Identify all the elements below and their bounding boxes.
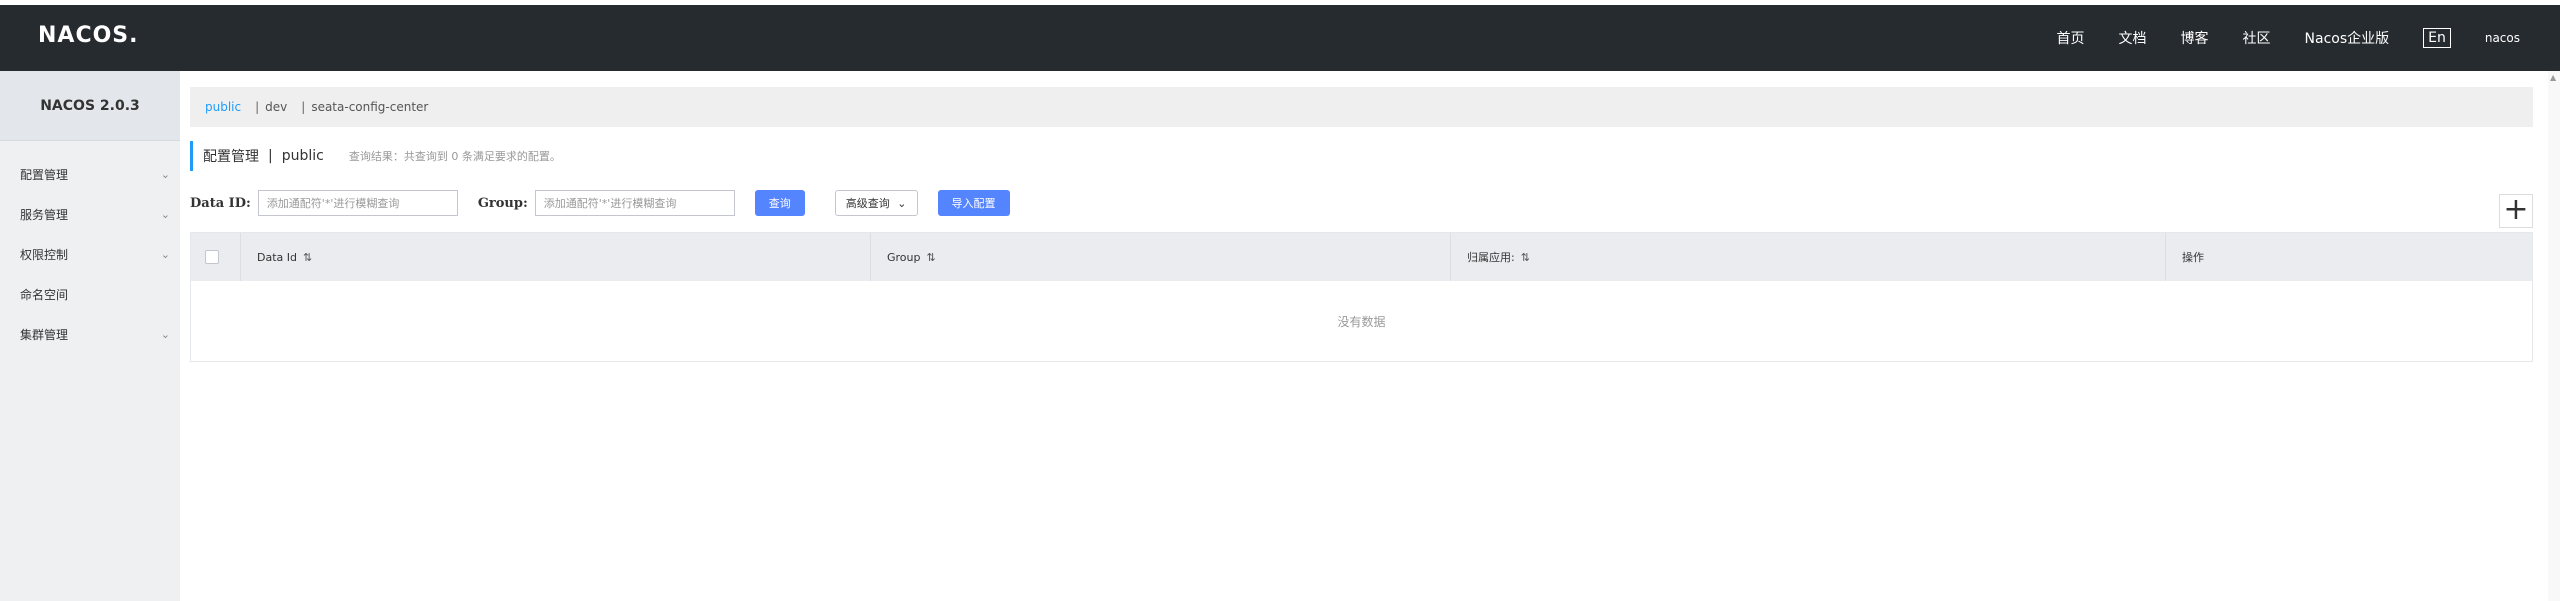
column-label: 归属应用: — [1467, 251, 1515, 264]
top-header: NACOS. 首页 文档 博客 社区 Nacos企业版 En nacos — [0, 5, 2560, 71]
column-group[interactable]: Group ⇅ — [871, 233, 1451, 281]
group-label: Group: — [477, 195, 528, 211]
namespace-public[interactable]: public — [205, 100, 241, 114]
import-config-button[interactable]: 导入配置 — [937, 190, 1010, 216]
column-label: 操作 — [2182, 251, 2204, 264]
sidebar-item-cluster[interactable]: 集群管理 ⌄ — [0, 315, 180, 355]
data-id-input[interactable] — [257, 190, 458, 216]
page-title-row: 配置管理 | public 查询结果：共查询到 0 条满足要求的配置。 — [190, 141, 561, 171]
sort-icon[interactable]: ⇅ — [303, 251, 312, 264]
sidebar: NACOS 2.0.3 配置管理 ⌄ 服务管理 ⌄ 权限控制 ⌄ 命名空间 集群… — [0, 71, 180, 601]
namespace-separator: | — [255, 100, 260, 114]
sort-icon[interactable]: ⇅ — [1521, 251, 1530, 264]
page-scrollbar[interactable]: ▲ — [2548, 71, 2560, 601]
sidebar-item-label: 服务管理 — [20, 208, 69, 222]
chevron-down-icon: ⌄ — [160, 328, 170, 341]
column-data-id[interactable]: Data Id ⇅ — [241, 233, 871, 281]
select-all-cell — [191, 233, 241, 281]
table-header: Data Id ⇅ Group ⇅ 归属应用: ⇅ 操作 — [191, 233, 2532, 281]
title-separator: | — [268, 148, 273, 164]
namespace-seata-config-center[interactable]: seata-config-center — [311, 100, 428, 114]
sidebar-version: NACOS 2.0.3 — [0, 71, 180, 141]
language-toggle[interactable]: En — [2423, 28, 2451, 48]
scroll-up-icon[interactable]: ▲ — [2550, 73, 2556, 82]
column-label: Group — [887, 250, 921, 264]
sidebar-item-label: 配置管理 — [20, 168, 69, 182]
sidebar-item-service[interactable]: 服务管理 ⌄ — [0, 195, 180, 235]
nacos-logo[interactable]: NACOS. — [38, 23, 139, 48]
search-row: Data ID: Group: 查询 高级查询 ⌄ 导入配置 — [190, 189, 1010, 217]
namespace-bar: public | dev | seata-config-center — [190, 87, 2533, 127]
query-result-hint: 查询结果：共查询到 0 条满足要求的配置。 — [348, 150, 561, 163]
main-content: public | dev | seata-config-center 配置管理 … — [180, 71, 2560, 601]
chevron-down-icon: ⌄ — [160, 168, 170, 181]
nav-home[interactable]: 首页 — [2057, 28, 2085, 48]
advanced-query-label: 高级查询 — [845, 197, 890, 210]
sidebar-item-namespace[interactable]: 命名空间 — [0, 275, 180, 315]
plus-icon: + — [2503, 192, 2529, 227]
table-empty: 没有数据 — [1337, 314, 1386, 329]
sort-icon[interactable]: ⇅ — [927, 251, 936, 264]
column-label: Data Id — [257, 250, 297, 264]
page-title: 配置管理 — [203, 149, 259, 165]
page-namespace: public — [281, 148, 324, 164]
sidebar-item-label: 命名空间 — [20, 288, 69, 302]
group-input[interactable] — [534, 190, 735, 216]
sidebar-item-config[interactable]: 配置管理 ⌄ — [0, 155, 180, 195]
sidebar-item-auth[interactable]: 权限控制 ⌄ — [0, 235, 180, 275]
nav-community[interactable]: 社区 — [2243, 28, 2271, 48]
nav-docs[interactable]: 文档 — [2119, 28, 2147, 48]
config-table: Data Id ⇅ Group ⇅ 归属应用: ⇅ 操作 没有数据 — [190, 232, 2533, 362]
namespace-separator: | — [301, 100, 306, 114]
chevron-down-icon: ⌄ — [897, 197, 907, 210]
query-button[interactable]: 查询 — [754, 190, 805, 216]
sidebar-item-label: 权限控制 — [20, 248, 69, 262]
namespace-dev[interactable]: dev — [265, 100, 287, 114]
user-name[interactable]: nacos — [2485, 31, 2520, 45]
add-config-button[interactable]: + — [2499, 194, 2533, 228]
nav-blog[interactable]: 博客 — [2181, 28, 2209, 48]
nav-enterprise[interactable]: Nacos企业版 — [2305, 28, 2390, 48]
column-actions: 操作 — [2166, 233, 2532, 281]
chevron-down-icon: ⌄ — [160, 248, 170, 261]
top-nav: 首页 文档 博客 社区 Nacos企业版 En nacos — [2023, 5, 2520, 71]
data-id-label: Data ID: — [190, 195, 251, 211]
chevron-down-icon: ⌄ — [160, 208, 170, 221]
sidebar-item-label: 集群管理 — [20, 328, 69, 342]
column-app[interactable]: 归属应用: ⇅ — [1451, 233, 2166, 281]
select-all-checkbox[interactable] — [205, 250, 219, 264]
advanced-query-button[interactable]: 高级查询 ⌄ — [834, 190, 918, 216]
